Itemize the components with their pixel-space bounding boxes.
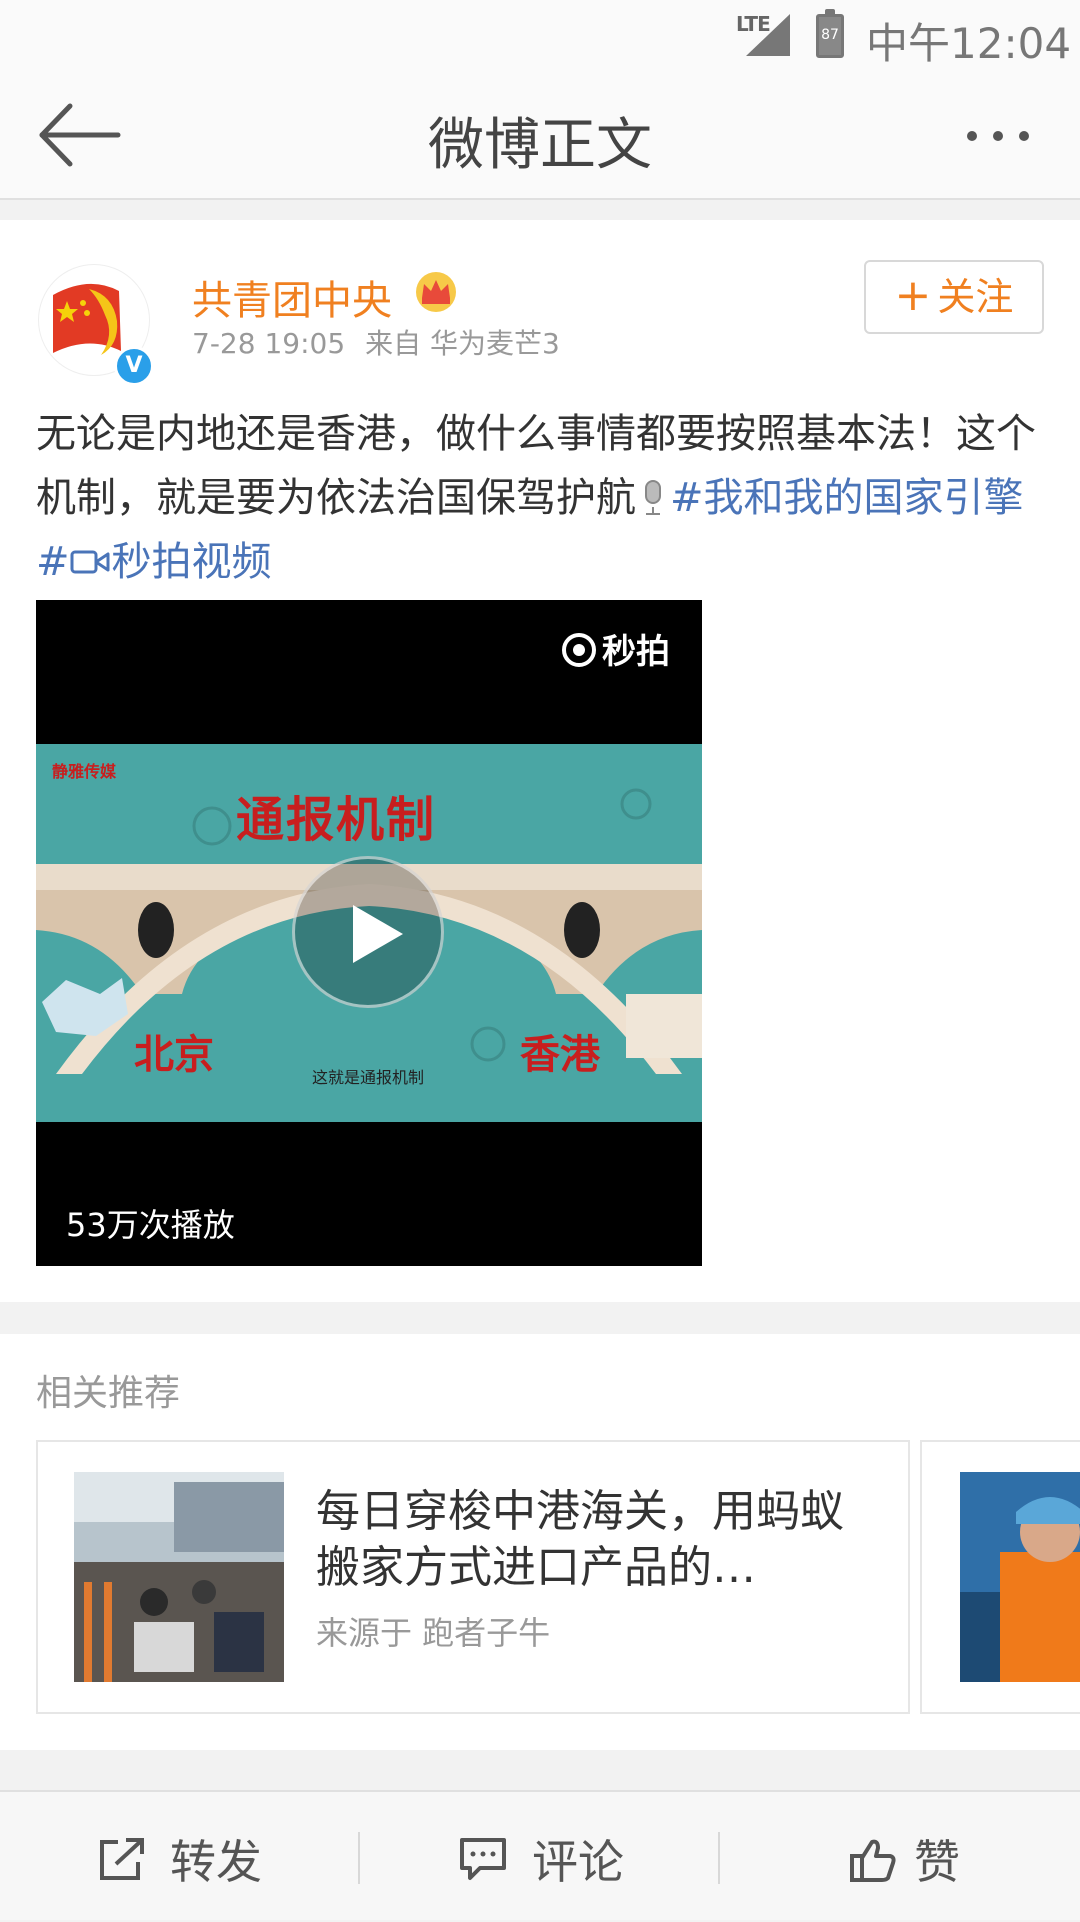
- page-title: 微博正文: [428, 113, 652, 178]
- bottom-toolbar: 转发 评论 赞: [0, 1790, 1080, 1920]
- video-player[interactable]: 秒拍 静雅传媒 通报机制 北京 香港 这就是通报机制 53万次播放: [36, 600, 702, 1266]
- follow-label: 关注: [937, 275, 1014, 319]
- miaopai-label: 秒拍: [602, 632, 670, 672]
- related-thumbnail-next: [960, 1472, 1080, 1682]
- related-title: 相关推荐: [36, 1373, 181, 1414]
- related-item-source: 来源于 跑者子牛: [316, 1614, 551, 1652]
- play-button[interactable]: [292, 856, 444, 1008]
- miaopai-logo-icon: [562, 633, 596, 667]
- share-icon: [100, 1838, 144, 1880]
- signal-icon: [746, 14, 790, 56]
- battery-level: 87: [821, 27, 839, 43]
- weibo-post: V 共青团中央 7-28 19:05 来自 华为麦芒3 + 关注 无论是内地还是香港…: [0, 220, 1080, 1302]
- repost-label: 转发: [170, 1835, 262, 1889]
- comment-icon: [460, 1838, 506, 1880]
- video-frame-left-label: 北京: [134, 1032, 214, 1078]
- nav-bar: 微博正文: [0, 72, 1080, 200]
- post-source: 来自 华为麦芒3: [365, 327, 560, 360]
- like-label: 赞: [914, 1835, 960, 1889]
- author-name[interactable]: 共青团中央: [192, 268, 392, 326]
- play-count: 53万次播放: [66, 1206, 235, 1244]
- verified-badge: V: [114, 346, 154, 386]
- follow-button[interactable]: + 关注: [864, 260, 1044, 334]
- video-link[interactable]: 秒拍视频: [112, 539, 272, 585]
- status-bar: LTE 87 中午12:04: [0, 0, 1080, 72]
- related-card-next[interactable]: [920, 1440, 1080, 1714]
- related-section: 相关推荐 每日穿梭中港海关，用蚂蚁搬家方式进口产品的… 来源于 跑者子牛: [0, 1334, 1080, 1750]
- post-content: 无论是内地还是香港，做什么事情都要按照基本法！这个机制，就是要为依法治国保驾护航…: [36, 402, 1046, 594]
- video-frame-right-label: 香港: [520, 1032, 600, 1078]
- video-studio-logo: 静雅传媒: [52, 762, 117, 781]
- repost-button[interactable]: 转发: [0, 1792, 360, 1922]
- comment-button[interactable]: 评论: [360, 1792, 720, 1922]
- related-thumbnail: [74, 1472, 284, 1682]
- play-icon: [353, 905, 403, 963]
- plus-icon: +: [894, 270, 932, 321]
- miaopai-watermark: 秒拍: [560, 624, 670, 673]
- comment-label: 评论: [532, 1835, 624, 1889]
- related-item-title: 每日穿梭中港海关，用蚂蚁搬家方式进口产品的…: [316, 1486, 844, 1593]
- battery-icon: 87: [816, 9, 844, 58]
- video-frame-subtitle: 这就是通报机制: [312, 1068, 425, 1087]
- more-options-icon[interactable]: [962, 122, 1034, 150]
- video-frame-title: 通报机制: [236, 792, 437, 848]
- microphone-icon: [645, 480, 661, 515]
- related-card[interactable]: 每日穿梭中港海关，用蚂蚁搬家方式进口产品的… 来源于 跑者子牛: [36, 1440, 910, 1714]
- video-camera-icon: [70, 550, 110, 574]
- like-button[interactable]: 赞: [720, 1792, 1080, 1922]
- post-time: 7-28 19:05: [192, 327, 346, 360]
- thumbs-up-icon: [850, 1839, 896, 1882]
- clock: 中午12:04: [866, 19, 1072, 68]
- crown-icon: [416, 272, 456, 312]
- post-meta: 7-28 19:05 来自 华为麦芒3: [192, 322, 560, 362]
